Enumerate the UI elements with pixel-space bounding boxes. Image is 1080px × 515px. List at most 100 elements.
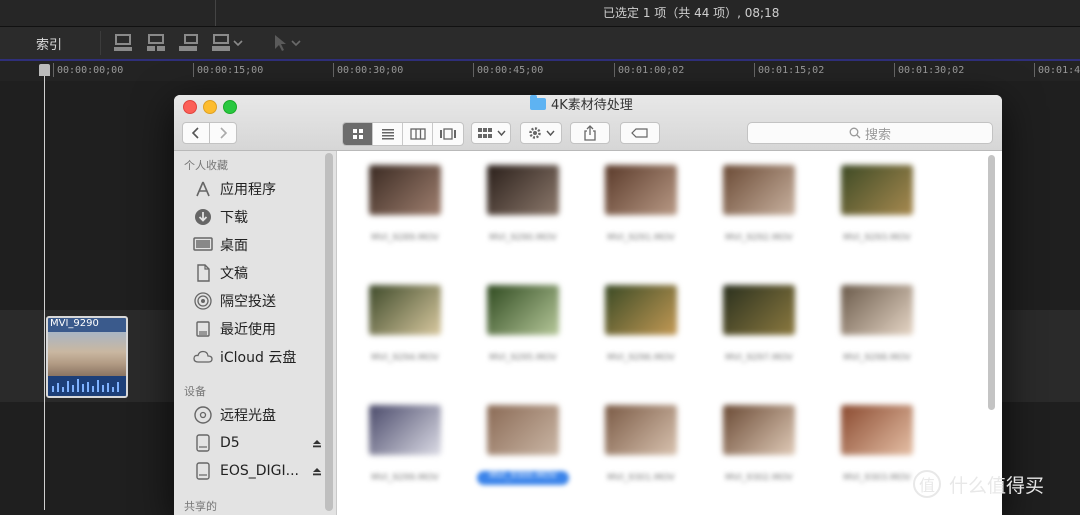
icon-view-button[interactable]	[343, 123, 373, 145]
video-thumbnail	[841, 405, 913, 455]
file-item[interactable]: MVI_9299.MOV	[355, 391, 455, 501]
sidebar-item-icloud[interactable]: iCloud 云盘	[192, 346, 296, 368]
clip-thumbnail	[48, 332, 126, 376]
video-thumbnail	[369, 285, 441, 335]
sidebar-scrollbar[interactable]	[325, 153, 333, 511]
file-item[interactable]: MVI_9303.MOV	[827, 391, 927, 501]
timeline-clip[interactable]: MVI_9290	[46, 316, 128, 398]
tags-button[interactable]	[620, 122, 660, 144]
list-view-button[interactable]	[373, 123, 403, 145]
chevron-down-icon[interactable]	[231, 33, 245, 53]
column-view-button[interactable]	[403, 123, 433, 145]
file-item[interactable]: MVI_9291.MOV	[591, 151, 691, 261]
close-window-button[interactable]	[183, 100, 197, 114]
file-item[interactable]: MVI_9298.MOV	[827, 271, 927, 381]
header-divider	[215, 0, 216, 26]
drive-icon	[192, 433, 214, 453]
zoom-window-button[interactable]	[223, 100, 237, 114]
eject-icon[interactable]	[312, 439, 322, 448]
action-button[interactable]	[520, 122, 562, 144]
video-thumbnail	[487, 165, 559, 215]
search-icon	[849, 127, 861, 139]
timecode-label: 00:01:00;02	[613, 63, 685, 77]
sidebar-item-recents[interactable]: 最近使用	[192, 318, 276, 340]
video-thumbnail	[369, 165, 441, 215]
columns-icon	[409, 128, 426, 140]
chevron-right-icon	[220, 127, 228, 139]
chevron-down-icon[interactable]	[289, 33, 303, 53]
desktop-icon	[192, 235, 214, 255]
sidebar-item-documents[interactable]: 文稿	[192, 262, 248, 284]
connect-clip-icon[interactable]	[112, 33, 134, 53]
file-name: MVI_9303.MOV	[843, 473, 911, 483]
watermark-text: 什么值得买	[949, 474, 1045, 497]
search-field[interactable]: 搜索	[747, 122, 993, 144]
file-item[interactable]: MVI_9292.MOV	[709, 151, 809, 261]
finder-titlebar[interactable]: 4K素材待处理 搜索	[174, 95, 1002, 151]
sidebar-item-remote-disc[interactable]: 远程光盘	[192, 404, 276, 426]
eject-icon[interactable]	[312, 467, 322, 476]
minimize-window-button[interactable]	[203, 100, 217, 114]
file-item[interactable]: MVI_9294.MOV	[355, 271, 455, 381]
playhead-handle[interactable]	[39, 64, 50, 76]
file-item[interactable]: MVI_9290.MOV	[473, 151, 573, 261]
coverflow-view-button[interactable]	[433, 123, 463, 145]
video-thumbnail	[487, 285, 559, 335]
sidebar-item-desktop[interactable]: 桌面	[192, 234, 248, 256]
sidebar-item-label: 隔空投送	[220, 294, 276, 310]
timecode-label: 00:00:30;00	[332, 63, 404, 77]
overwrite-clip-icon[interactable]	[210, 33, 232, 53]
window-title: 4K素材待处理	[530, 95, 633, 115]
devices-header: 设备	[184, 385, 206, 398]
file-name: MVI_9291.MOV	[607, 233, 675, 243]
timeline-toolbar: 索引	[0, 27, 1080, 61]
sidebar-item-applications[interactable]: 应用程序	[192, 178, 276, 200]
view-mode-control[interactable]	[342, 122, 464, 146]
video-thumbnail	[369, 405, 441, 455]
content-scrollbar[interactable]	[988, 155, 995, 410]
audio-waveform	[48, 376, 126, 396]
file-item[interactable]: MVI_9295.MOV	[473, 271, 573, 381]
sidebar-item-downloads[interactable]: 下载	[192, 206, 248, 228]
video-thumbnail	[841, 285, 913, 335]
timeline-ruler[interactable]: 00:00:00;00 00:00:15;00 00:00:30;00 00:0…	[0, 61, 1080, 81]
playhead-line[interactable]	[44, 65, 45, 510]
sidebar-item-airdrop[interactable]: 隔空投送	[192, 290, 276, 312]
recents-icon	[192, 319, 214, 339]
file-item[interactable]: MVI_9302.MOV	[709, 391, 809, 501]
shared-header: 共享的	[184, 500, 217, 513]
file-item[interactable]: MVI_9301.MOV	[591, 391, 691, 501]
video-thumbnail	[841, 165, 913, 215]
file-item[interactable]: MVI_9289.MOV	[355, 151, 455, 261]
timecode-label: 00:00:00;00	[52, 63, 124, 77]
finder-sidebar: 个人收藏 应用程序 下载 桌面 文稿 隔空投送 最近使用 iCloud 云盘 设…	[174, 151, 337, 515]
file-item[interactable]: MVI_9293.MOV	[827, 151, 927, 261]
index-button[interactable]: 索引	[36, 34, 62, 53]
file-item[interactable]: MVI_9297.MOV	[709, 271, 809, 381]
icloud-icon	[192, 347, 214, 367]
sidebar-item-eos-digital[interactable]: EOS_DIGI...	[192, 460, 332, 482]
chevron-left-icon	[191, 127, 199, 139]
favorites-header: 个人收藏	[184, 159, 228, 172]
share-icon	[584, 125, 596, 141]
sidebar-item-label: 远程光盘	[220, 408, 276, 424]
timecode-label: 00:00:15;00	[192, 63, 264, 77]
timecode-label: 00:00:45;00	[472, 63, 544, 77]
window-title-text: 4K素材待处理	[551, 98, 633, 113]
share-button[interactable]	[570, 122, 610, 144]
insert-clip-icon[interactable]	[145, 33, 167, 53]
append-clip-icon[interactable]	[177, 33, 199, 53]
timecode-label: 00:01:4	[1033, 63, 1080, 77]
file-name: MVI_9294.MOV	[371, 353, 439, 363]
grid-group-icon	[477, 128, 492, 138]
back-button[interactable]	[182, 122, 210, 144]
clip-name: MVI_9290	[50, 318, 99, 329]
file-item[interactable]: MVI_9300.MOV	[473, 391, 573, 501]
forward-button[interactable]	[209, 122, 237, 144]
sidebar-item-label: EOS_DIGI...	[220, 463, 299, 479]
sidebar-item-d5[interactable]: D5	[192, 432, 332, 454]
video-thumbnail	[487, 405, 559, 455]
sidebar-item-label: 最近使用	[220, 322, 276, 338]
file-item[interactable]: MVI_9296.MOV	[591, 271, 691, 381]
group-by-button[interactable]	[471, 122, 511, 144]
